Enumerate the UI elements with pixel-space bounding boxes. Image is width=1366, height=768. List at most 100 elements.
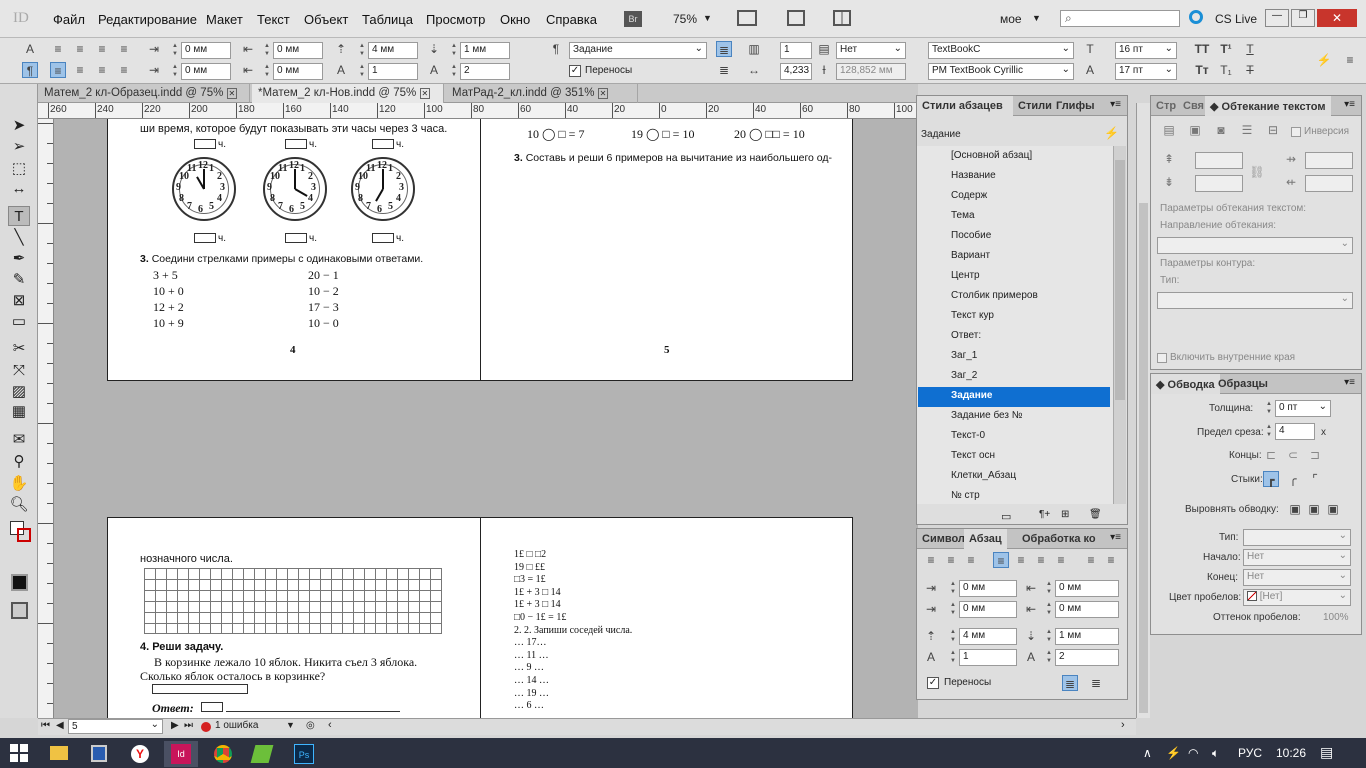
bottom-offset-field[interactable] [1195,175,1243,192]
scroll-thumb[interactable] [1139,203,1148,713]
underline-icon[interactable]: T [1242,41,1258,57]
jump-object-icon[interactable]: ☰ [1239,122,1255,138]
spinner[interactable]: ▲ ▼ [358,63,366,80]
justify-center-icon[interactable]: ≡ [72,62,88,78]
hand-tool-icon[interactable]: ✋ [8,474,30,494]
screen-mode-icon[interactable] [787,10,805,26]
style-list-item[interactable]: Пособие [918,227,1110,247]
menu-view[interactable]: Просмотр [426,12,485,27]
spinner[interactable]: ▲ ▼ [358,42,366,59]
justify-all-icon[interactable]: ≡ [1053,552,1069,568]
direct-selection-icon[interactable]: ➢ [8,137,30,157]
justify-center-icon[interactable]: ≡ [1013,552,1029,568]
tab-glyphs[interactable]: Глифы [1051,96,1099,116]
scroll-thumb[interactable] [1115,160,1125,400]
first-line-indent-field[interactable]: 0 мм [181,63,231,80]
grid-align-icon[interactable]: ≣ [716,41,732,57]
align-spine-icon[interactable]: ≡ [116,62,132,78]
new-style-icon[interactable]: ⊞ [1061,509,1069,520]
style-list-item[interactable]: Задание без № [918,407,1110,427]
tab-character[interactable]: Символ [917,529,970,549]
drop-cap-chars-field[interactable]: 2 [460,63,510,80]
yandex-taskbar-button[interactable]: Y [123,741,157,767]
round-cap-icon[interactable]: ⊂ [1285,447,1301,463]
style-list-item[interactable]: [Основной абзац] [918,147,1110,167]
drop-cap-lines-field[interactable]: 1 [959,649,1017,666]
zoom-tool-icon[interactable]: 🔍︎ [8,495,30,515]
bridge-button[interactable]: Br [624,11,642,27]
wrap-direction-select[interactable]: ⌄ [1157,237,1353,254]
miter-join-icon[interactable]: ┏ [1263,471,1279,487]
style-list-item[interactable]: Вариант [918,247,1110,267]
close-icon[interactable]: ✕ [419,88,431,99]
no-wrap-icon[interactable]: ▤ [1161,122,1177,138]
page-number-field[interactable]: 5 ⌄ [68,719,163,734]
last-line-indent-field[interactable]: 0 мм [273,63,323,80]
document-canvas[interactable]: ши время, которое будут показывать эти ч… [54,119,918,718]
notifications-icon[interactable]: ▤ [1320,744,1333,761]
tab-pages[interactable]: Стр [1151,96,1181,116]
align-right-icon[interactable]: ≡ [94,41,110,57]
baseline-grid-icon[interactable]: ≣ [1088,675,1104,691]
justify-right-icon[interactable]: ≡ [94,62,110,78]
spinner[interactable]: ▲ ▼ [1045,649,1053,666]
right-indent-field[interactable]: 0 мм [273,42,323,59]
preview-mode-icon[interactable] [11,602,28,619]
link-icon[interactable]: ⛓ [1249,164,1265,180]
left-indent-field[interactable]: 0 мм [959,580,1017,597]
spinner[interactable]: ▲ ▼ [949,628,957,645]
search-input[interactable]: ⌕ [1060,10,1180,27]
spinner[interactable]: ▲ ▼ [1045,601,1053,618]
gap-tint-value[interactable]: 100% [1323,612,1349,623]
tab-paragraph-styles[interactable]: Стили абзацев [917,96,1013,116]
menu-help[interactable]: Справка [546,12,597,27]
hyphenation-checkbox[interactable]: ✓ [927,677,939,689]
quick-apply-icon[interactable]: ⚡ [1316,52,1332,68]
all-caps-icon[interactable]: TT [1194,41,1210,57]
style-list-item[interactable]: Центр [918,267,1110,287]
close-button[interactable]: ✕ [1317,9,1357,27]
away-spine-icon[interactable]: ≡ [1103,552,1119,568]
spinner[interactable]: ▲ ▼ [949,580,957,597]
line-tool-icon[interactable]: ╲ [8,228,30,248]
align-right-icon[interactable]: ≡ [963,552,979,568]
photoshop-taskbar-button[interactable]: Ps [287,741,321,767]
spinner[interactable]: ▲ ▼ [171,42,179,59]
menu-object[interactable]: Объект [304,12,348,27]
spinner[interactable]: ▲ ▼ [263,42,271,59]
superscript-icon[interactable]: T¹ [1218,41,1234,57]
close-icon[interactable]: ✕ [226,88,238,99]
tab-paragraph[interactable]: Абзац [964,529,1007,549]
pen-tool-icon[interactable]: ✒ [8,249,30,269]
clock[interactable]: 10:26 [1276,746,1306,760]
power-icon[interactable]: ⚡ [1166,746,1181,760]
paragraph-mode-icon[interactable]: ¶ [22,62,38,78]
contour-type-select[interactable]: ⌄ [1157,292,1353,309]
chevron-down-icon[interactable]: ▼ [703,13,712,23]
panel-menu-icon[interactable]: ▾≡ [1344,377,1355,388]
scissors-tool-icon[interactable]: ✂ [8,339,30,359]
minimize-button[interactable]: — [1265,9,1289,27]
workspace-switcher[interactable]: мое [1000,12,1022,26]
clear-overrides-icon[interactable]: ¶+ [1039,509,1050,520]
left-indent-field[interactable]: 0 мм [181,42,231,59]
note-tool-icon[interactable]: ✉ [8,430,30,450]
restore-button[interactable]: ❐ [1291,9,1315,27]
lightning-icon[interactable]: ⚡ [1104,126,1119,140]
gutter-field[interactable]: 128,852 мм [836,63,906,80]
trash-icon[interactable]: 🗑︎ [1089,509,1102,520]
spinner[interactable]: ▲ ▼ [949,601,957,618]
horizontal-ruler[interactable]: 260 240 220 200 180 160 140 120 100 80 60 40 20 0 20 40… [38,103,918,119]
panel-menu-icon[interactable]: ▾≡ [1344,99,1355,110]
spinner[interactable]: ▲ ▼ [450,42,458,59]
indesign-taskbar-button[interactable]: Id [164,741,198,767]
style-list-item[interactable]: Клетки_Абзац [918,467,1110,487]
weight-select[interactable]: 0 пт ⌄ [1275,400,1331,417]
bevel-join-icon[interactable]: ⌜ [1307,471,1323,487]
align-left-icon[interactable]: ≡ [923,552,939,568]
subscript-icon[interactable]: T₁ [1218,62,1234,78]
last-page-button[interactable]: ⏭ [184,720,193,731]
align-center-stroke-icon[interactable]: ▣ [1287,501,1303,517]
spinner[interactable]: ▲ ▼ [1045,580,1053,597]
spinner[interactable]: ▲ ▼ [171,63,179,80]
